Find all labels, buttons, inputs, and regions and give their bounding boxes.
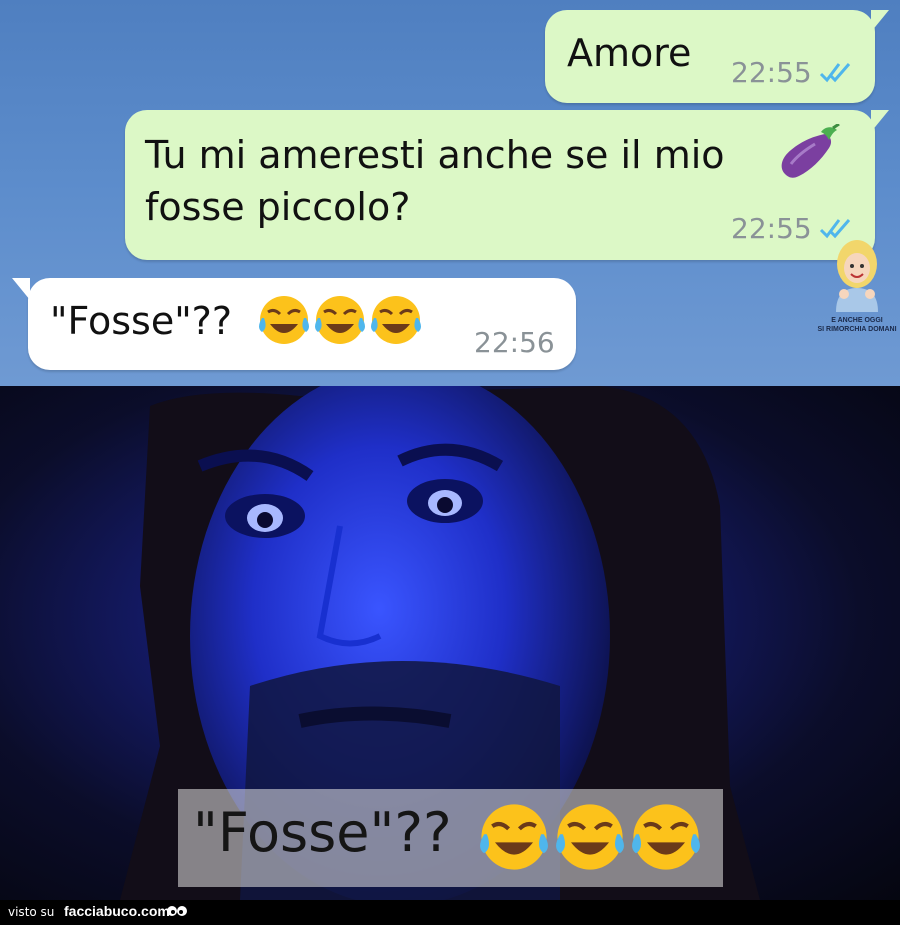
laughing-tears-emoji-icon — [315, 296, 365, 344]
chat-screenshot: Amore 22:55 Tu mi ameresti anche se il m… — [0, 0, 900, 386]
message-bubble-reply: "Fosse"?? 22:56 — [12, 278, 576, 370]
emoji-group — [256, 292, 424, 348]
read-ticks-icon — [819, 63, 851, 83]
message-text-line1: Tu mi ameresti anche se il mio — [145, 133, 725, 177]
watermark-line1: E ANCHE OGGI — [831, 317, 883, 324]
message-text: Amore — [567, 31, 692, 75]
meme-caption: "Fosse"?? — [178, 789, 723, 887]
laughing-tears-emoji-icon — [259, 296, 309, 344]
footer-site-link[interactable]: facciabuco.com — [64, 903, 170, 919]
message-bubble-question: Tu mi ameresti anche se il mio fosse pic… — [125, 110, 889, 260]
caption-text: "Fosse"?? — [193, 801, 452, 864]
caption-emoji-group — [476, 799, 704, 875]
footer-prefix: visto su — [8, 905, 55, 919]
laughing-tears-emoji-icon — [480, 804, 548, 870]
read-ticks-icon — [819, 219, 851, 239]
watermark-text: E ANCHE OGGI SI RIMORCHIA DOMANI — [816, 316, 898, 334]
message-text: "Fosse"?? — [50, 299, 233, 343]
eyes-logo-icon — [167, 906, 187, 916]
watermark-logo: E ANCHE OGGI SI RIMORCHIA DOMANI — [817, 238, 897, 342]
message-bubble-amore: Amore 22:55 — [545, 10, 889, 103]
message-text-line2: fosse piccolo? — [145, 185, 411, 229]
watermark-line2: SI RIMORCHIA DOMANI — [817, 326, 897, 333]
message-time: 22:55 — [731, 212, 812, 245]
laughing-tears-emoji-icon — [556, 804, 624, 870]
message-time: 22:56 — [474, 326, 555, 359]
message-time: 22:55 — [731, 56, 812, 89]
laughing-tears-emoji-icon — [371, 296, 421, 344]
cartoon-girl-icon — [836, 240, 878, 312]
site-footer: visto su facciabuco.com — [0, 900, 900, 925]
eggplant-emoji-icon — [781, 124, 840, 178]
laughing-tears-emoji-icon — [632, 804, 700, 870]
